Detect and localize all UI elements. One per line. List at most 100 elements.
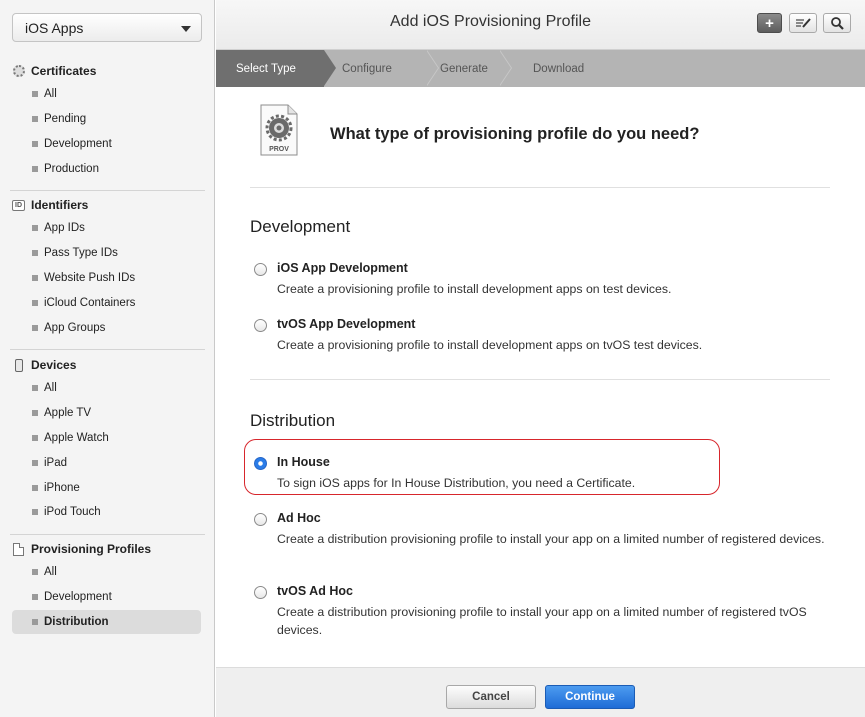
sidebar-item-certificates-all[interactable]: All bbox=[0, 82, 215, 107]
bullet-icon bbox=[32, 385, 38, 392]
id-badge-icon: ID bbox=[12, 199, 25, 212]
sidebar-item-iphone[interactable]: iPhone bbox=[0, 475, 215, 500]
sidebar-section-devices: Devices All Apple TV Apple Watch iPad iP… bbox=[0, 354, 215, 525]
bullet-icon bbox=[32, 274, 38, 281]
bullet-icon bbox=[32, 140, 38, 147]
option-description: Create a distribution provisioning profi… bbox=[277, 605, 807, 637]
option-title: tvOS App Development bbox=[277, 317, 416, 331]
sidebar-item-label: All bbox=[44, 88, 57, 101]
sidebar-item-certificates-production[interactable]: Production bbox=[0, 156, 215, 181]
sidebar-heading-provisioning-profiles: Provisioning Profiles bbox=[0, 538, 215, 560]
edit-button[interactable] bbox=[789, 13, 817, 33]
sidebar-item-label: Website Push IDs bbox=[44, 271, 136, 284]
cancel-button[interactable]: Cancel bbox=[446, 685, 536, 709]
continue-button[interactable]: Continue bbox=[545, 685, 635, 709]
divider bbox=[250, 187, 830, 188]
sidebar-heading-label: Certificates bbox=[31, 64, 97, 78]
prov-icon-label: PROV bbox=[269, 146, 289, 153]
sidebar: iOS Apps Certificates All Pending Develo… bbox=[0, 0, 215, 717]
sidebar-item-label: App IDs bbox=[44, 222, 85, 235]
sidebar-heading-label: Devices bbox=[31, 358, 77, 372]
sidebar-heading-devices: Devices bbox=[0, 354, 215, 376]
platform-select-label: iOS Apps bbox=[25, 19, 84, 36]
option-title: tvOS Ad Hoc bbox=[277, 584, 353, 598]
sidebar-item-label: iCloud Containers bbox=[44, 296, 136, 309]
sidebar-item-label: Production bbox=[44, 162, 99, 175]
section-title-distribution: Distribution bbox=[250, 411, 336, 430]
main-content: PROV What type of provisioning profile d… bbox=[216, 87, 865, 667]
sidebar-item-ipad[interactable]: iPad bbox=[0, 450, 215, 475]
bullet-icon bbox=[32, 225, 38, 232]
add-button[interactable]: + bbox=[757, 13, 782, 33]
option-description: Create a provisioning profile to install… bbox=[277, 338, 703, 352]
step-generate: Generate bbox=[440, 62, 488, 75]
sidebar-heading-label: Identifiers bbox=[31, 198, 89, 212]
radio-ios-app-development[interactable] bbox=[254, 263, 267, 276]
bullet-icon bbox=[32, 410, 38, 417]
bullet-icon bbox=[32, 165, 38, 172]
sidebar-item-label: App Groups bbox=[44, 321, 106, 334]
bullet-icon bbox=[32, 91, 38, 98]
step-separator-icon bbox=[426, 50, 441, 87]
sidebar-heading-label: Provisioning Profiles bbox=[31, 542, 152, 556]
radio-tvos-app-development[interactable] bbox=[254, 319, 267, 332]
sidebar-item-pass-type-ids[interactable]: Pass Type IDs bbox=[0, 241, 215, 266]
sidebar-item-label: Apple TV bbox=[44, 407, 92, 420]
sidebar-item-certificates-development[interactable]: Development bbox=[0, 132, 215, 157]
sidebar-heading-identifiers: ID Identifiers bbox=[0, 194, 215, 216]
search-button[interactable] bbox=[823, 13, 851, 33]
radio-ad-hoc[interactable] bbox=[254, 513, 267, 526]
step-download: Download bbox=[533, 62, 585, 75]
provisioning-profile-file-icon: PROV bbox=[260, 104, 298, 156]
step-select-type: Select Type bbox=[216, 50, 336, 87]
platform-select[interactable]: iOS Apps bbox=[12, 13, 202, 42]
bullet-icon bbox=[32, 324, 38, 331]
sidebar-item-label: All bbox=[44, 382, 57, 395]
sidebar-item-website-push-ids[interactable]: Website Push IDs bbox=[0, 266, 215, 291]
bullet-icon bbox=[32, 459, 38, 466]
sidebar-item-devices-all[interactable]: All bbox=[0, 376, 215, 401]
sidebar-section-provisioning-profiles: Provisioning Profiles All Development Di… bbox=[0, 538, 215, 635]
sidebar-item-profiles-all[interactable]: All bbox=[0, 560, 215, 585]
bullet-icon bbox=[32, 509, 38, 516]
sidebar-section-certificates: Certificates All Pending Development Pro… bbox=[0, 60, 215, 181]
plus-icon: + bbox=[765, 14, 774, 32]
section-title-development: Development bbox=[250, 217, 351, 236]
search-icon bbox=[831, 17, 844, 30]
sidebar-item-label: Distribution bbox=[44, 615, 109, 628]
sidebar-item-profiles-development[interactable]: Development bbox=[0, 585, 215, 610]
sidebar-heading-certificates: Certificates bbox=[0, 60, 215, 82]
sidebar-item-icloud-containers[interactable]: iCloud Containers bbox=[0, 290, 215, 315]
footer-bar: Cancel Continue bbox=[216, 667, 865, 717]
sidebar-item-label: Pending bbox=[44, 113, 87, 126]
edit-icon bbox=[796, 18, 811, 28]
sidebar-item-ipod-touch[interactable]: iPod Touch bbox=[0, 500, 215, 525]
document-icon bbox=[12, 542, 25, 556]
radio-tvos-ad-hoc[interactable] bbox=[254, 586, 267, 599]
bullet-icon bbox=[32, 594, 38, 601]
sidebar-item-certificates-pending[interactable]: Pending bbox=[0, 107, 215, 132]
bullet-icon bbox=[32, 618, 38, 625]
radio-in-house[interactable] bbox=[254, 457, 267, 470]
wizard-steps: Select Type Configure Generate Download bbox=[216, 50, 865, 87]
step-configure: Configure bbox=[342, 62, 392, 75]
chevron-down-icon bbox=[181, 26, 191, 32]
bullet-icon bbox=[32, 116, 38, 123]
sidebar-item-apple-watch[interactable]: Apple Watch bbox=[0, 426, 215, 451]
divider bbox=[250, 379, 830, 380]
option-title: Ad Hoc bbox=[277, 511, 321, 525]
option-description: Create a distribution provisioning profi… bbox=[277, 532, 825, 546]
sidebar-item-app-ids[interactable]: App IDs bbox=[0, 216, 215, 241]
sidebar-divider bbox=[10, 534, 205, 535]
sidebar-item-label: iPod Touch bbox=[44, 506, 101, 519]
option-description: To sign iOS apps for In House Distributi… bbox=[277, 476, 636, 490]
sidebar-item-apple-tv[interactable]: Apple TV bbox=[0, 401, 215, 426]
sidebar-item-label: iPad bbox=[44, 456, 68, 469]
bullet-icon bbox=[32, 250, 38, 257]
sidebar-item-label: Development bbox=[44, 591, 112, 604]
sidebar-item-app-groups[interactable]: App Groups bbox=[0, 315, 215, 340]
page-header: Add iOS Provisioning Profile + bbox=[216, 0, 865, 50]
sidebar-item-label: iPhone bbox=[44, 481, 80, 494]
sidebar-item-profiles-distribution[interactable]: Distribution bbox=[12, 609, 201, 635]
sidebar-item-label: All bbox=[44, 566, 57, 579]
